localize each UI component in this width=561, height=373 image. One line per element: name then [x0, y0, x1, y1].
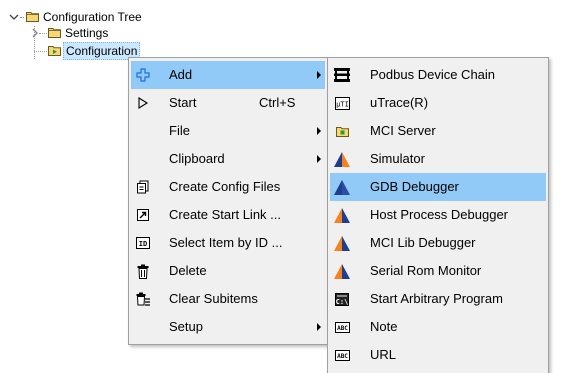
url-icon: ABC — [334, 347, 350, 363]
svg-text:μTI: μTI — [336, 100, 349, 108]
submenu-item-note[interactable]: ABC Note — [330, 313, 546, 341]
tree-root-label: Configuration Tree — [43, 10, 142, 24]
menu-item-clipboard[interactable]: Clipboard — [131, 145, 325, 173]
submenu-item-start-arbitrary-program[interactable]: C:\ Start Arbitrary Program — [330, 285, 546, 313]
device-chain-icon — [334, 67, 350, 83]
menu-item-create-config-files[interactable]: Create Config Files — [131, 173, 325, 201]
menu-item-label: Clipboard — [169, 151, 225, 166]
svg-text:ABC: ABC — [337, 325, 348, 332]
submenu-arrow-icon — [317, 71, 321, 79]
chevron-down-icon[interactable] — [8, 9, 20, 25]
menu-item-label: GDB Debugger — [370, 179, 459, 194]
tree-node-settings[interactable]: Settings — [30, 25, 160, 41]
submenu-item-host-process-debugger[interactable]: Host Process Debugger — [330, 201, 546, 229]
submenu-item-url[interactable]: ABC URL — [330, 341, 546, 369]
menu-item-delete[interactable]: Delete — [131, 257, 325, 285]
menu-item-create-start-link[interactable]: Create Start Link ... — [131, 201, 325, 229]
menu-item-label: URL — [370, 347, 397, 362]
plus-icon — [135, 67, 151, 83]
svg-text:C:\: C:\ — [336, 298, 349, 306]
debugger-icon — [334, 179, 350, 195]
menu-item-label: Clear Subitems — [169, 291, 258, 306]
debugger-icon — [334, 207, 350, 223]
menu-item-select-item-by-id[interactable]: ID Select Item by ID ... — [131, 229, 325, 257]
menu-item-label: File — [169, 123, 190, 138]
menu-item-label: Add — [169, 67, 193, 82]
simulator-icon — [334, 151, 350, 167]
clear-subitems-icon — [135, 291, 151, 307]
svg-text:ID: ID — [139, 240, 147, 248]
tree-settings-label: Settings — [65, 26, 109, 40]
tree-node-root[interactable]: Configuration Tree — [8, 9, 178, 25]
menu-item-label: Note — [370, 319, 398, 334]
submenu-item-utrace[interactable]: μTI uTrace(R) — [330, 89, 546, 117]
play-outline-icon — [135, 95, 151, 111]
menu-item-label: Create Start Link ... — [169, 207, 281, 222]
configuration-folder-icon — [48, 46, 61, 56]
menu-item-setup[interactable]: Setup — [131, 313, 325, 341]
menu-item-clear-subitems[interactable]: Clear Subitems — [131, 285, 325, 313]
tree-connector — [34, 51, 47, 52]
tree-connector — [39, 33, 47, 34]
submenu-item-podbus-device-chain[interactable]: Podbus Device Chain — [330, 61, 546, 89]
trash-icon — [135, 263, 151, 279]
shortcut-label: Ctrl+S — [259, 95, 296, 110]
folder-icon — [26, 12, 39, 22]
menu-item-label: Start Arbitrary Program — [370, 291, 503, 306]
note-icon: ABC — [334, 319, 350, 335]
svg-text:ABC: ABC — [337, 353, 348, 360]
menu-item-file[interactable]: File — [131, 117, 325, 145]
menu-item-label: Create Config Files — [169, 179, 281, 194]
menu-item-label: Podbus Device Chain — [370, 67, 496, 82]
menu-item-label: Start — [169, 95, 197, 110]
submenu-item-gdb-debugger[interactable]: GDB Debugger — [330, 173, 546, 201]
submenu-item-simulator[interactable]: Simulator — [330, 145, 546, 173]
menu-item-add[interactable]: Add — [131, 61, 325, 89]
id-icon: ID — [135, 235, 151, 251]
context-menu: Add Start Ctrl+S File Clipboard Create C… — [128, 57, 328, 345]
config-files-icon — [135, 179, 151, 195]
shortcut-link-icon — [135, 207, 151, 223]
tree-connector — [20, 17, 24, 18]
utrace-icon: μTI — [334, 95, 350, 111]
submenu-item-mci-server[interactable]: MCI Server — [330, 117, 546, 145]
debugger-icon — [334, 263, 350, 279]
submenu-arrow-icon — [317, 323, 321, 331]
menu-item-label: Host Process Debugger — [370, 207, 509, 222]
menu-item-label: MCI Server — [370, 123, 436, 138]
menu-item-label: Select Item by ID ... — [169, 235, 283, 250]
menu-item-start[interactable]: Start Ctrl+S — [131, 89, 325, 117]
submenu-arrow-icon — [317, 155, 321, 163]
folder-icon — [48, 28, 61, 38]
menu-item-label: Serial Rom Monitor — [370, 263, 482, 278]
mci-server-folder-icon — [334, 123, 350, 139]
submenu-item-serial-rom-monitor[interactable]: Serial Rom Monitor — [330, 257, 546, 285]
menu-item-label: MCI Lib Debugger — [370, 235, 476, 250]
menu-item-label: Setup — [169, 319, 203, 334]
submenu-item-mci-lib-debugger[interactable]: MCI Lib Debugger — [330, 229, 546, 257]
submenu-arrow-icon — [317, 127, 321, 135]
menu-item-label: Delete — [169, 263, 207, 278]
menu-item-label: Simulator — [370, 151, 425, 166]
add-submenu: Podbus Device Chain μTI uTrace(R) MCI Se… — [327, 57, 549, 373]
debugger-icon — [334, 235, 350, 251]
menu-item-label: uTrace(R) — [370, 95, 429, 110]
program-icon: C:\ — [334, 291, 350, 307]
